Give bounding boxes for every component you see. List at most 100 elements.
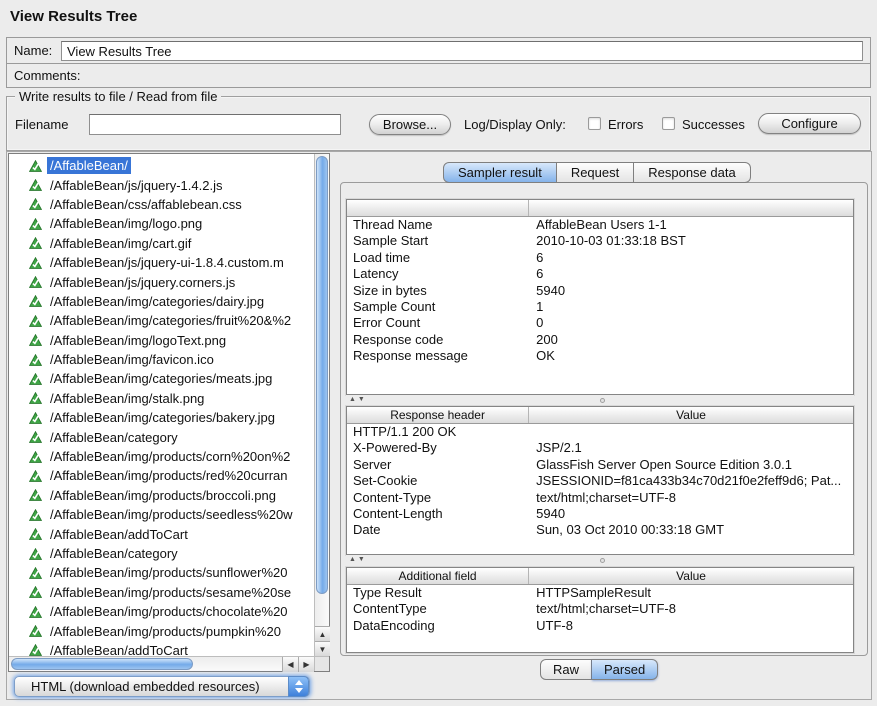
tree-item[interactable]: /AffableBean/img/favicon.ico bbox=[9, 350, 314, 369]
table-row[interactable]: ServerGlassFish Server Open Source Editi… bbox=[347, 457, 853, 473]
scroll-up-button[interactable]: ▲ bbox=[315, 626, 330, 641]
raw-button[interactable]: Raw bbox=[540, 659, 592, 680]
errors-checkbox[interactable] bbox=[588, 117, 601, 130]
table-row[interactable]: Load time6 bbox=[347, 250, 853, 266]
table-cell-name: Sample Start bbox=[347, 233, 529, 249]
tree-item-label: /AffableBean/img/products/red%20curran bbox=[47, 467, 291, 484]
tree-item[interactable]: /AffableBean/img/stalk.png bbox=[9, 389, 314, 408]
table-cell-value: 6 bbox=[529, 266, 853, 282]
tree-item[interactable]: /AffableBean/js/jquery-ui-1.8.4.custom.m bbox=[9, 253, 314, 272]
success-triangle-check-icon bbox=[29, 509, 42, 521]
table-row[interactable]: Size in bytes5940 bbox=[347, 283, 853, 299]
table-row[interactable]: DataEncodingUTF-8 bbox=[347, 618, 853, 634]
tree-item[interactable]: /AffableBean/img/categories/dairy.jpg bbox=[9, 292, 314, 311]
tree-item[interactable]: /AffableBean/category bbox=[9, 544, 314, 563]
successes-checkbox-label[interactable]: Successes bbox=[682, 117, 745, 132]
filename-label: Filename bbox=[15, 117, 68, 132]
tree-item[interactable]: /AffableBean/img/products/corn%20on%2 bbox=[9, 447, 314, 466]
tree-item-label: /AffableBean/category bbox=[47, 545, 181, 562]
tree-item[interactable]: /AffableBean/img/logoText.png bbox=[9, 331, 314, 350]
tree-item[interactable]: /AffableBean/img/categories/bakery.jpg bbox=[9, 408, 314, 427]
tree-item[interactable]: /AffableBean/css/affablebean.css bbox=[9, 195, 314, 214]
additional-value-col: Value bbox=[529, 568, 853, 584]
vertical-scrollbar-thumb[interactable] bbox=[316, 156, 328, 594]
success-triangle-check-icon bbox=[29, 606, 42, 618]
tree-item[interactable]: /AffableBean/img/categories/fruit%20&%2 bbox=[9, 311, 314, 330]
table-row[interactable]: ContentTypetext/html;charset=UTF-8 bbox=[347, 601, 853, 617]
filename-input[interactable] bbox=[89, 114, 341, 135]
tree-item[interactable]: /AffableBean/img/products/sesame%20se bbox=[9, 583, 314, 602]
tree-item[interactable]: /AffableBean/img/cart.gif bbox=[9, 234, 314, 253]
tree-item[interactable]: /AffableBean/js/jquery-1.4.2.js bbox=[9, 175, 314, 194]
configure-button[interactable]: Configure bbox=[758, 113, 861, 134]
horizontal-scrollbar-thumb[interactable] bbox=[11, 658, 193, 670]
renderer-dropdown[interactable]: HTML (download embedded resources) bbox=[14, 676, 310, 697]
parsed-button[interactable]: Parsed bbox=[592, 659, 658, 680]
table-row[interactable]: Latency6 bbox=[347, 266, 853, 282]
sampler-header-field bbox=[347, 200, 529, 216]
table-row[interactable]: Response messageOK bbox=[347, 348, 853, 364]
response-value-col: Value bbox=[529, 407, 853, 423]
result-tabs: Sampler result Request Response data bbox=[443, 162, 751, 183]
success-triangle-check-icon bbox=[29, 315, 42, 327]
browse-button[interactable]: Browse... bbox=[369, 114, 451, 135]
success-triangle-check-icon bbox=[29, 412, 42, 424]
table-row[interactable]: Response code200 bbox=[347, 332, 853, 348]
split-handle-icon[interactable] bbox=[600, 398, 605, 403]
table-cell-name: Date bbox=[347, 522, 529, 538]
table-row[interactable]: Type ResultHTTPSampleResult bbox=[347, 585, 853, 601]
tab-sampler-result[interactable]: Sampler result bbox=[443, 162, 557, 183]
errors-checkbox-label[interactable]: Errors bbox=[608, 117, 643, 132]
success-triangle-check-icon bbox=[29, 179, 42, 191]
table-row[interactable]: Set-CookieJSESSIONID=f81ca433b34c70d21f0… bbox=[347, 473, 853, 489]
table-row[interactable]: X-Powered-ByJSP/2.1 bbox=[347, 440, 853, 456]
table-row[interactable]: HTTP/1.1 200 OK bbox=[347, 424, 853, 440]
tree-item[interactable]: /AffableBean/ bbox=[9, 156, 314, 175]
comments-label: Comments: bbox=[14, 64, 80, 88]
success-triangle-check-icon bbox=[29, 644, 42, 656]
table-row[interactable]: Sample Count1 bbox=[347, 299, 853, 315]
comments-input[interactable] bbox=[81, 66, 866, 86]
log-display-only-label: Log/Display Only: bbox=[464, 117, 566, 132]
table-cell-name: Response code bbox=[347, 332, 529, 348]
split-collapse-arrows-icon[interactable]: ▲▼ bbox=[349, 556, 367, 563]
tree-item[interactable]: /AffableBean/img/products/pumpkin%20 bbox=[9, 621, 314, 640]
name-input[interactable] bbox=[61, 41, 863, 61]
scroll-left-button[interactable]: ◀ bbox=[282, 657, 298, 672]
success-triangle-check-icon bbox=[29, 470, 42, 482]
tab-request[interactable]: Request bbox=[557, 162, 634, 183]
up-down-stepper-icon[interactable] bbox=[288, 676, 309, 697]
table-row[interactable]: Thread NameAffableBean Users 1-1 bbox=[347, 217, 853, 233]
table-row[interactable]: Content-Typetext/html;charset=UTF-8 bbox=[347, 490, 853, 506]
additional-field-col: Additional field bbox=[347, 568, 529, 584]
success-triangle-check-icon bbox=[29, 257, 42, 269]
tree-item[interactable]: /AffableBean/img/products/sunflower%20 bbox=[9, 563, 314, 582]
successes-checkbox[interactable] bbox=[662, 117, 675, 130]
tree-item[interactable]: /AffableBean/img/logo.png bbox=[9, 214, 314, 233]
tree-item[interactable]: /AffableBean/addToCart bbox=[9, 641, 314, 656]
split-handle-icon[interactable] bbox=[600, 558, 605, 563]
tree-item[interactable]: /AffableBean/img/products/red%20curran bbox=[9, 466, 314, 485]
table-row[interactable]: DateSun, 03 Oct 2010 00:33:18 GMT bbox=[347, 522, 853, 538]
vertical-scrollbar[interactable]: ▲ ▼ bbox=[314, 154, 329, 656]
table-cell-name: Content-Type bbox=[347, 490, 529, 506]
tab-response-data[interactable]: Response data bbox=[634, 162, 750, 183]
scroll-down-button[interactable]: ▼ bbox=[315, 641, 330, 656]
tree-item[interactable]: /AffableBean/img/products/seedless%20w bbox=[9, 505, 314, 524]
table-row[interactable]: Error Count0 bbox=[347, 315, 853, 331]
tree-item[interactable]: /AffableBean/js/jquery.corners.js bbox=[9, 272, 314, 291]
tree-item[interactable]: /AffableBean/addToCart bbox=[9, 524, 314, 543]
table-row[interactable]: Content-Length5940 bbox=[347, 506, 853, 522]
tree-item[interactable]: /AffableBean/img/products/broccoli.png bbox=[9, 486, 314, 505]
split-collapse-arrows-icon[interactable]: ▲▼ bbox=[349, 396, 367, 403]
success-triangle-check-icon bbox=[29, 218, 42, 230]
split-divider[interactable]: ▲▼ bbox=[346, 555, 854, 567]
split-divider[interactable]: ▲▼ bbox=[346, 395, 854, 406]
tree-item[interactable]: /AffableBean/category bbox=[9, 427, 314, 446]
table-row[interactable]: Sample Start2010-10-03 01:33:18 BST bbox=[347, 233, 853, 249]
horizontal-scrollbar[interactable]: ◀ ▶ bbox=[9, 656, 314, 671]
tree-item[interactable]: /AffableBean/img/products/chocolate%20 bbox=[9, 602, 314, 621]
success-triangle-check-icon bbox=[29, 451, 42, 463]
tree-item[interactable]: /AffableBean/img/categories/meats.jpg bbox=[9, 369, 314, 388]
scroll-right-button[interactable]: ▶ bbox=[298, 657, 314, 672]
